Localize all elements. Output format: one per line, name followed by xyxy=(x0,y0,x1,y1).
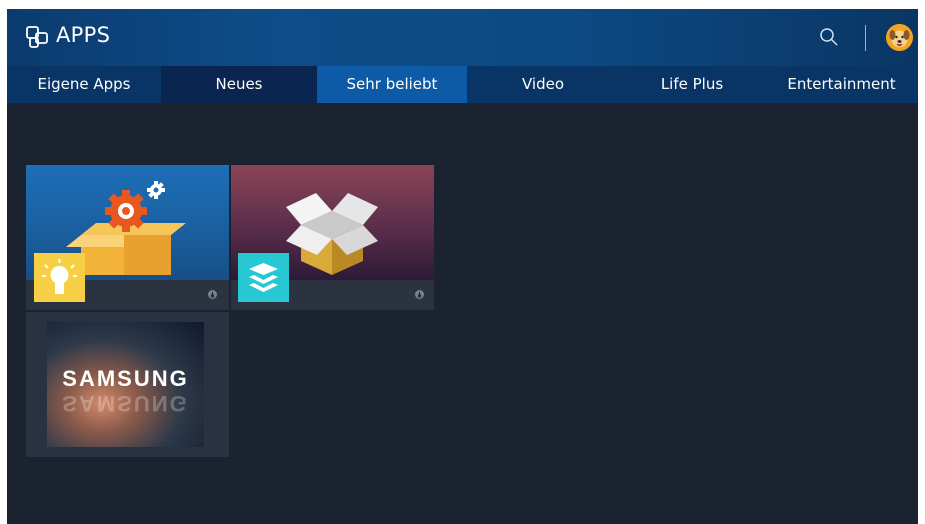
app-tile-samsung[interactable]: SAMSUNG SAMSUNG xyxy=(26,312,229,457)
header-bar: APPS xyxy=(7,9,918,66)
app-tile-1[interactable] xyxy=(26,165,229,310)
lightbulb-icon xyxy=(34,253,85,302)
tab-life-plus[interactable]: Life Plus xyxy=(619,66,765,103)
samsung-logo-reflection: SAMSUNG xyxy=(62,391,189,416)
samsung-thumbnail: SAMSUNG SAMSUNG xyxy=(47,322,204,447)
layers-icon xyxy=(238,253,289,302)
category-tabs: Eigene Apps Neues Sehr beliebt Video Lif… xyxy=(7,66,918,103)
tab-entertainment[interactable]: Entertainment xyxy=(765,66,918,103)
apps-grid-icon xyxy=(26,26,48,48)
download-icon[interactable] xyxy=(208,290,217,299)
app-tile-2[interactable] xyxy=(231,165,434,310)
dog-avatar-icon[interactable] xyxy=(886,24,913,51)
tab-neues[interactable]: Neues xyxy=(161,66,317,103)
tab-eigene-apps[interactable]: Eigene Apps xyxy=(7,66,161,103)
samsung-logo: SAMSUNG xyxy=(62,366,189,391)
download-icon[interactable] xyxy=(415,290,424,299)
app-title: APPS xyxy=(56,23,111,47)
tab-video[interactable]: Video xyxy=(467,66,619,103)
tv-screen: APPS Eigene Apps Neues Sehr beliebt Vide… xyxy=(7,9,918,524)
header-divider xyxy=(865,25,866,51)
tab-sehr-beliebt[interactable]: Sehr beliebt xyxy=(317,66,467,103)
search-icon[interactable] xyxy=(818,26,840,48)
